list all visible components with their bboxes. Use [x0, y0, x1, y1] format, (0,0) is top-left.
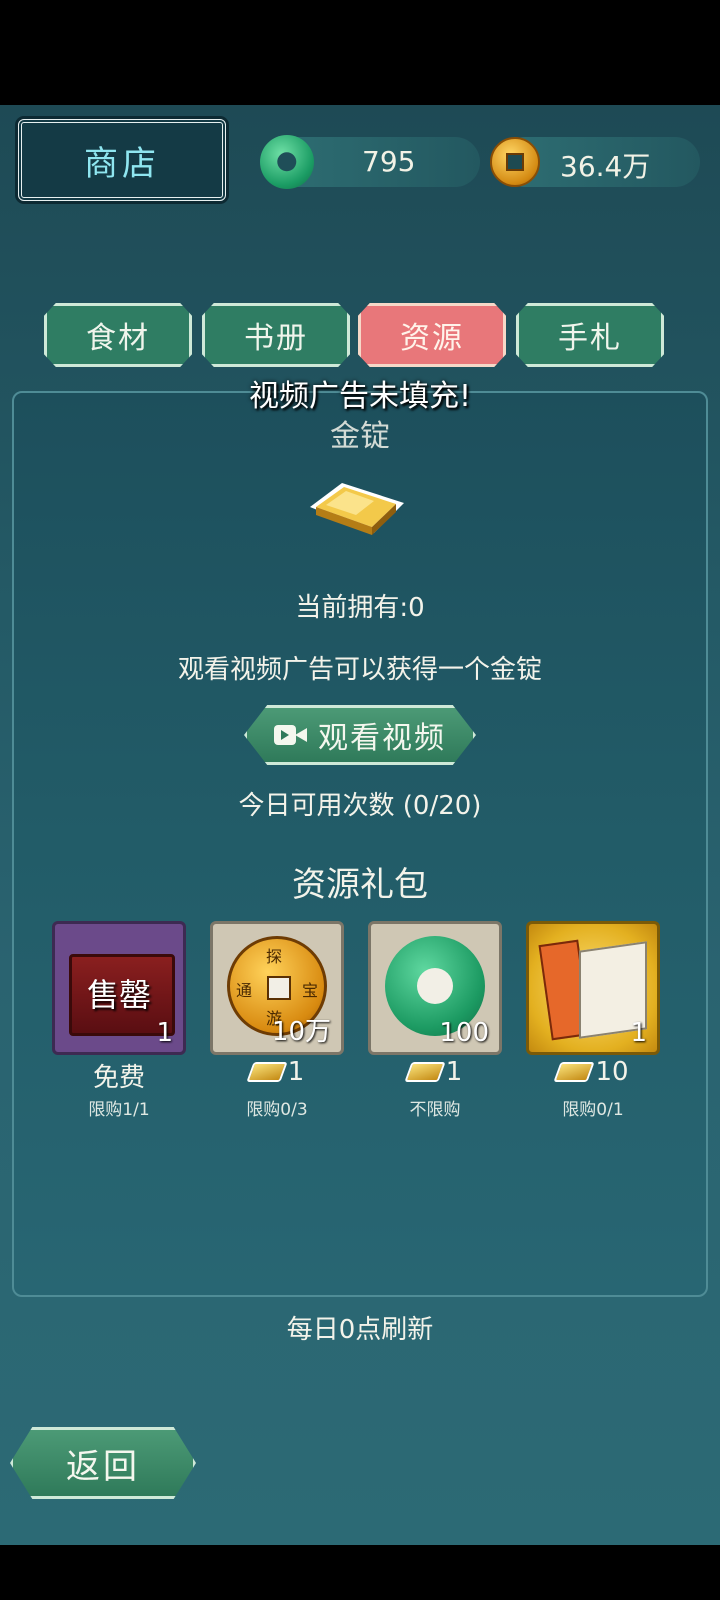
daily-uses-remaining: 今日可用次数 (0/20) [238, 791, 482, 821]
tab-label: 食材 [86, 321, 150, 356]
ad-not-filled-toast: 视频广告未填充! [248, 379, 472, 414]
pack-item-chest[interactable]: 售罄 1 [52, 921, 186, 1055]
back-button[interactable]: 返回 [10, 1427, 196, 1499]
coin-count: 36.4万 [560, 150, 651, 183]
item-quantity: 10万 [271, 1017, 331, 1047]
watch-video-button[interactable]: 观看视频 [244, 705, 476, 765]
item-quantity: 100 [439, 1018, 489, 1048]
packs-section-title: 资源礼包 [292, 865, 428, 905]
featured-description: 观看视频广告可以获得一个金锭 [177, 655, 542, 685]
tab-ingredients[interactable]: 食材 [44, 303, 192, 367]
item-price: 10 [518, 1057, 668, 1087]
item-purchase-limit: 不限购 [409, 1100, 461, 1120]
gold-ingot-icon [246, 1062, 288, 1082]
page-title: 商店 [84, 143, 160, 184]
refresh-note: 每日0点刷新 [286, 1315, 434, 1345]
item-quantity: 1 [630, 1018, 647, 1048]
owned-count: 当前拥有:0 [295, 593, 425, 623]
jade-icon [260, 135, 314, 189]
shop-title-plate: 商店 [18, 119, 226, 201]
sold-out-badge: 售罄 [86, 976, 151, 1014]
tab-label: 书册 [244, 321, 308, 356]
shop-screen: 商店 795 36.4万 食材 书册 资源 手札 视频广告未填充! 金锭 当前拥… [0, 105, 720, 1545]
pack-item-coins[interactable]: 探 宝 游 通 10万 [210, 921, 344, 1055]
tab-notes[interactable]: 手札 [516, 303, 664, 367]
item-purchase-limit: 限购0/1 [562, 1100, 624, 1120]
item-price: 1 [360, 1057, 510, 1087]
tab-books[interactable]: 书册 [202, 303, 350, 367]
tab-label: 手札 [558, 321, 622, 356]
watch-video-label: 观看视频 [318, 721, 446, 756]
item-quantity: 1 [156, 1018, 173, 1048]
copper-coin-icon [490, 137, 540, 187]
item-purchase-limit: 限购0/3 [246, 1100, 308, 1120]
back-button-label: 返回 [66, 1446, 140, 1487]
tab-resources[interactable]: 资源 [358, 303, 506, 367]
gold-ingot-icon [310, 483, 404, 535]
gold-ingot-icon [553, 1062, 596, 1082]
item-price-free: 免费 [92, 1063, 145, 1093]
item-price: 1 [202, 1057, 352, 1087]
pack-item-scroll[interactable]: 1 [526, 921, 660, 1055]
item-purchase-limit: 限购1/1 [88, 1100, 150, 1120]
pack-item-jade[interactable]: 100 [368, 921, 502, 1055]
featured-item-name: 金锭 [330, 419, 390, 454]
tab-label: 资源 [400, 321, 464, 356]
gold-ingot-icon [404, 1062, 446, 1082]
jade-count: 795 [362, 145, 416, 178]
video-camera-icon [274, 723, 308, 747]
